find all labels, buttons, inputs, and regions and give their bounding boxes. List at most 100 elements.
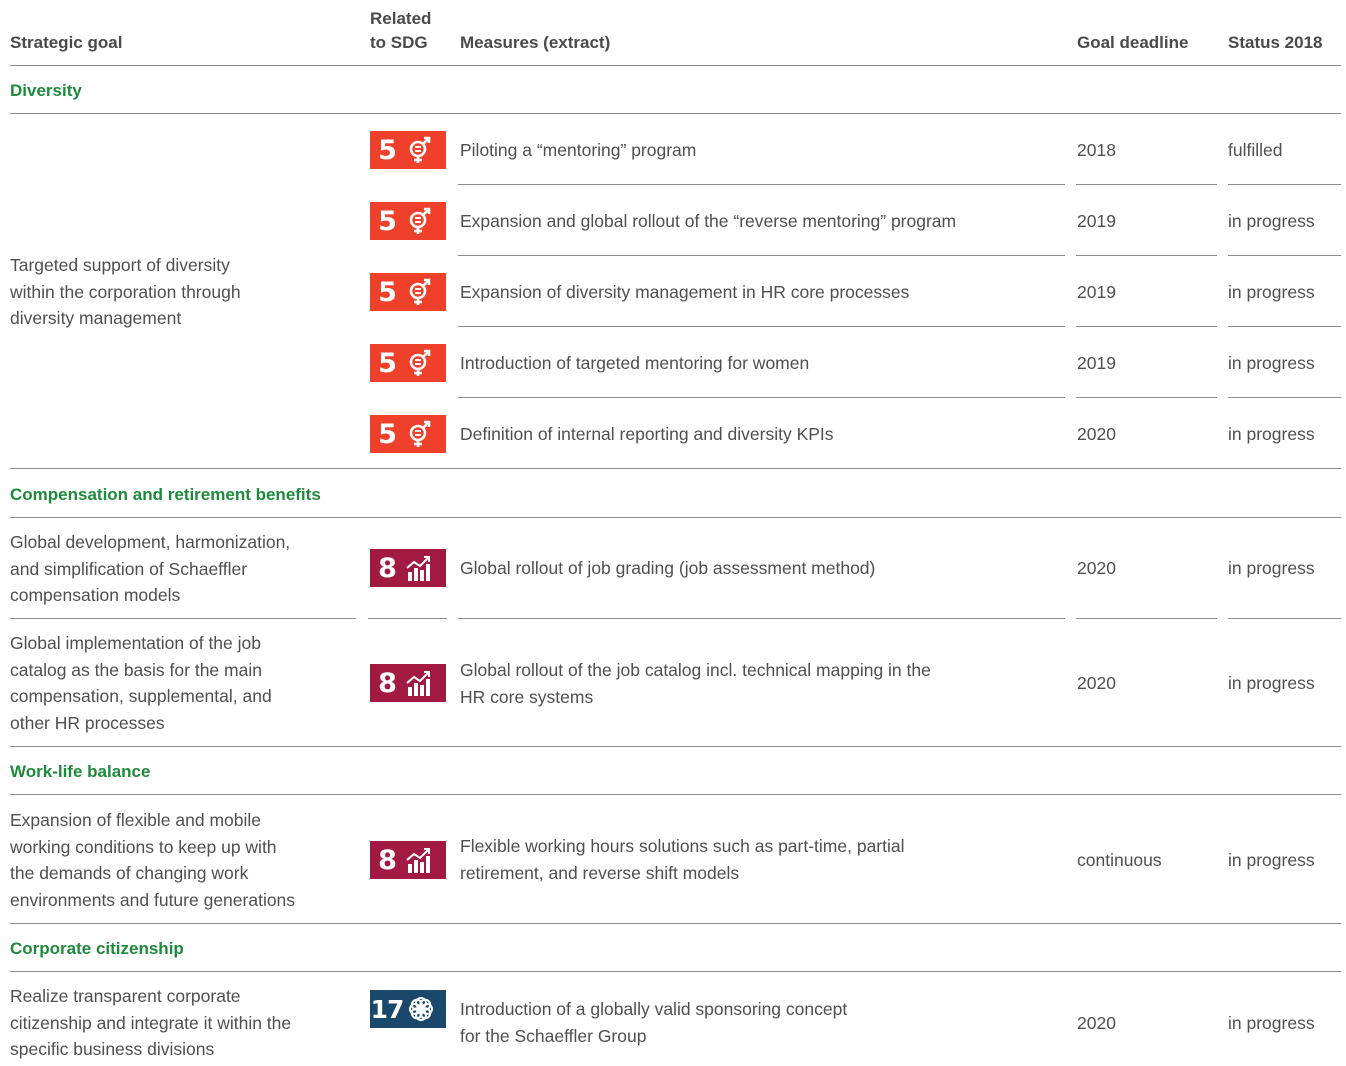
status-text: in progress <box>1228 1013 1315 1033</box>
goal-line: specific business divisions <box>10 1039 215 1059</box>
goal-line: environments and future generations <box>10 889 296 910</box>
measure-text: Global rollout of the job catalog incl. … <box>460 657 931 710</box>
goal-line: citizenship and integrate it within the <box>10 1012 292 1033</box>
measure-line: for the Schaeffler Group <box>460 1025 647 1046</box>
gender-equality-icon <box>409 136 431 163</box>
section-title-citizenship: Corporate citizenship <box>10 939 184 958</box>
sdg-5-badge: 5 <box>370 273 446 311</box>
section-divider <box>10 468 1341 469</box>
deadline-text: 2020 <box>1077 673 1116 693</box>
measure-text: Piloting a “mentoring” program <box>460 140 697 160</box>
gender-equality-icon <box>409 349 431 376</box>
sdg-5-badge: 5 <box>370 344 446 382</box>
status-text: in progress <box>1228 673 1315 693</box>
sdg-5-badge: 5 <box>370 131 446 169</box>
sdg-5-badge: 5 <box>370 415 446 453</box>
header-sdg-line2: to SDG <box>370 33 428 52</box>
goal-line: compensation models <box>10 585 181 605</box>
header-deadline: Goal deadline <box>1077 33 1189 52</box>
status-text: in progress <box>1228 424 1315 444</box>
status-text: in progress <box>1228 282 1315 302</box>
row-divider <box>458 326 1065 327</box>
section-divider <box>10 923 1341 924</box>
row-divider <box>1228 618 1341 619</box>
deadline-text: 2020 <box>1077 1013 1116 1033</box>
goal-line: Expansion of flexible and mobile <box>10 810 261 830</box>
goal-line: diversity management <box>10 308 182 328</box>
section-title-worklife: Work-life balance <box>10 762 151 781</box>
status-text: in progress <box>1228 353 1315 373</box>
strategic-goal-text: Global development, harmonization, and s… <box>10 529 355 609</box>
header-status: Status 2018 <box>1228 33 1323 52</box>
section-title-diversity: Diversity <box>10 81 82 100</box>
goal-line: Global implementation of the job <box>10 633 261 653</box>
goal-line: within the corporation through <box>10 281 241 302</box>
sdg-8-badge: 8 <box>370 549 446 587</box>
header-strategic-goal: Strategic goal <box>10 33 123 52</box>
row-divider <box>1228 397 1341 398</box>
measure-text: Introduction of a globally valid sponsor… <box>460 996 847 1049</box>
economic-growth-icon <box>406 556 430 581</box>
gender-equality-icon <box>409 207 431 234</box>
sdg-number: 5 <box>378 276 397 308</box>
row-divider <box>1076 326 1217 327</box>
deadline-text: 2018 <box>1077 140 1116 160</box>
section-title-compensation: Compensation and retirement benefits <box>10 485 321 504</box>
row-divider <box>1228 326 1341 327</box>
measure-text: Expansion and global rollout of the “rev… <box>460 211 957 231</box>
measure-line: retirement, and reverse shift models <box>460 862 740 883</box>
strategic-goal-text: Realize transparent corporate citizenshi… <box>10 983 355 1063</box>
sdg-17-badge: 17 <box>370 990 446 1028</box>
measure-text: Flexible working hours solutions such as… <box>460 833 905 886</box>
goal-line: Global development, harmonization, <box>10 532 291 552</box>
deadline-text: 2020 <box>1077 558 1116 578</box>
row-divider <box>458 184 1065 185</box>
sdg-number: 8 <box>378 667 397 699</box>
row-divider <box>1228 184 1341 185</box>
row-divider <box>1076 255 1217 256</box>
measure-text: Introduction of targeted mentoring for w… <box>460 353 810 373</box>
measure-line: Introduction of a globally valid sponsor… <box>460 999 848 1019</box>
economic-growth-icon <box>406 848 430 873</box>
partnerships-icon <box>409 997 433 1021</box>
goal-line: other HR processes <box>10 712 165 733</box>
sdg-number: 5 <box>378 347 397 379</box>
deadline-text: 2020 <box>1077 424 1116 444</box>
status-text: in progress <box>1228 850 1315 870</box>
gender-equality-icon <box>409 278 431 305</box>
row-divider <box>368 618 447 619</box>
row-divider <box>1076 618 1217 619</box>
strategic-goal-text: Expansion of flexible and mobile working… <box>10 807 355 913</box>
gender-equality-icon <box>409 420 431 447</box>
row-divider <box>458 618 1065 619</box>
header-measures: Measures (extract) <box>460 33 611 52</box>
sdg-number: 5 <box>378 205 397 237</box>
measure-line: Global rollout of the job catalog incl. … <box>460 660 931 680</box>
economic-growth-icon <box>406 671 430 696</box>
status-text: in progress <box>1228 558 1315 578</box>
goal-line: and simplification of Schaeffler <box>10 558 248 579</box>
row-divider <box>458 255 1065 256</box>
row-divider <box>1076 397 1217 398</box>
row-divider <box>10 618 356 619</box>
sdg-8-badge: 8 <box>370 841 446 879</box>
measure-line: HR core systems <box>460 686 594 707</box>
deadline-text: 2019 <box>1077 282 1116 302</box>
section-divider <box>10 971 1341 972</box>
section-divider <box>10 517 1341 518</box>
strategic-goal-text: Global implementation of the job catalog… <box>10 630 355 736</box>
sdg-5-badge: 5 <box>370 202 446 240</box>
measure-text: Global rollout of job grading (job asses… <box>460 558 876 578</box>
deadline-text: 2019 <box>1077 211 1116 231</box>
deadline-text: continuous <box>1077 850 1162 870</box>
section-divider <box>10 746 1341 747</box>
sdg-number: 17 <box>370 994 405 1024</box>
deadline-text: 2019 <box>1077 353 1116 373</box>
row-divider <box>1076 184 1217 185</box>
header-sdg-line1: Related <box>370 9 432 28</box>
goal-line: compensation, supplemental, and <box>10 686 272 706</box>
sdg-number: 8 <box>378 552 397 584</box>
sdg-number: 8 <box>378 844 397 876</box>
sdg-number: 5 <box>378 418 397 450</box>
goal-line: working conditions to keep up with <box>10 836 277 857</box>
